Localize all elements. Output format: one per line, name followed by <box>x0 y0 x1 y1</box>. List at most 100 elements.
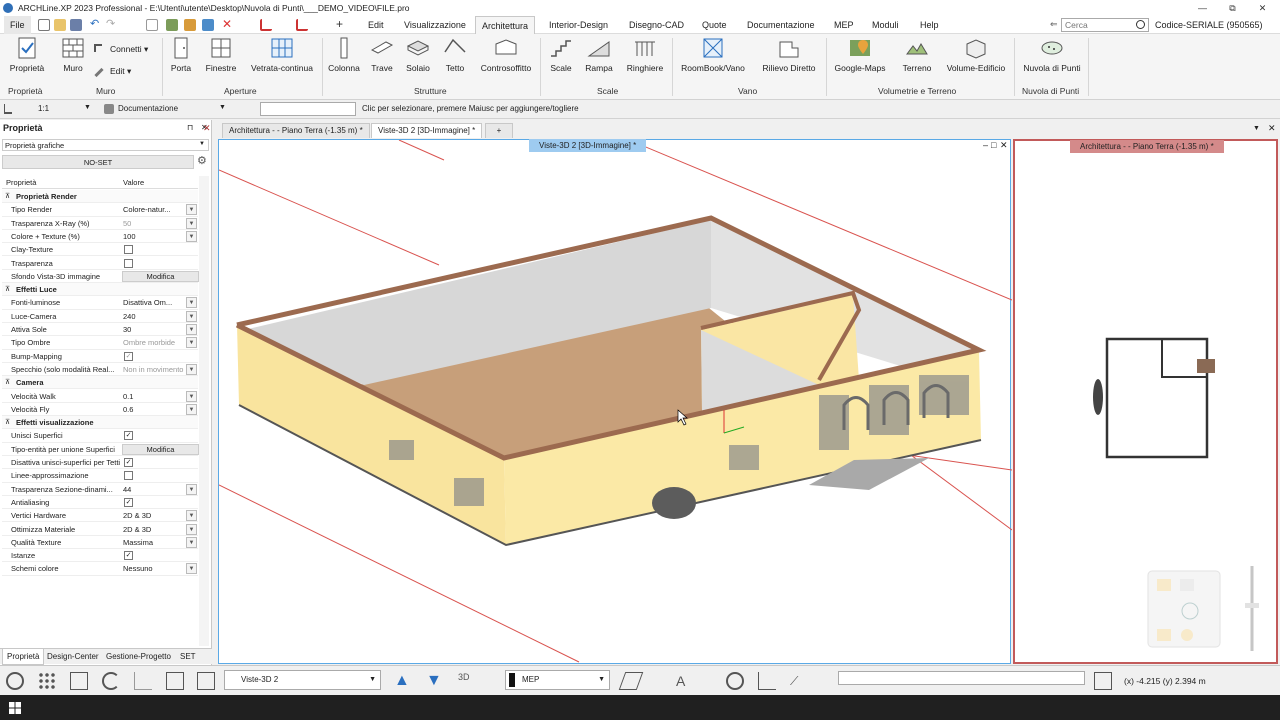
property-section[interactable]: ⊼ Proprietà Render <box>2 190 198 204</box>
panel-scrollbar[interactable] <box>199 176 209 646</box>
menu-quote[interactable]: Quote <box>696 16 733 34</box>
property-checkbox[interactable]: ✓ <box>124 431 133 441</box>
search-back-icon[interactable]: ⇐ <box>1050 19 1058 30</box>
property-value[interactable]: Disattiva Om... <box>123 296 187 309</box>
copy-icon[interactable] <box>146 19 158 31</box>
menu-mep[interactable]: MEP <box>828 16 860 34</box>
gear-icon[interactable]: ⚙ <box>197 156 207 167</box>
maximize-button[interactable]: ⧉ <box>1219 0 1246 16</box>
3d-icon[interactable]: 3D <box>458 672 476 690</box>
collapse-icon[interactable]: ⊼ <box>5 190 10 203</box>
property-value[interactable]: 0.6 <box>123 403 187 416</box>
colonna-button[interactable]: Colonna <box>326 36 362 73</box>
open-icon[interactable] <box>54 19 66 31</box>
chevron-down-icon[interactable]: ▼ <box>186 297 197 309</box>
chevron-down-icon[interactable]: ▼ <box>186 310 197 322</box>
layer-select-status[interactable]: MEP ▼ <box>505 670 610 690</box>
option-field[interactable] <box>260 102 356 116</box>
paint-icon[interactable] <box>184 19 196 31</box>
property-value[interactable]: 100 <box>123 230 187 243</box>
layers-icon[interactable] <box>618 672 644 690</box>
menu-interior-design[interactable]: Interior-Design <box>543 16 614 34</box>
zoom-slider[interactable] <box>1245 566 1259 651</box>
noset-button[interactable]: NO-SET <box>2 155 194 169</box>
property-value[interactable]: 2D & 3D <box>123 509 187 522</box>
collapse-icon[interactable]: ⊼ <box>5 283 10 296</box>
porta-button[interactable]: Porta <box>166 36 196 73</box>
chevron-down-icon[interactable]: ▼ <box>186 324 197 335</box>
menu-moduli[interactable]: Moduli <box>866 16 905 34</box>
chevron-down-icon[interactable]: ▼ <box>186 363 197 375</box>
link-icon[interactable]: ⟋ <box>790 672 808 690</box>
snap-icon[interactable] <box>296 19 308 31</box>
paste-icon[interactable] <box>166 19 178 31</box>
scale-dropdown-icon[interactable]: ▼ <box>84 104 91 111</box>
rampa-button[interactable]: Rampa <box>583 36 615 73</box>
minimize-button[interactable]: — <box>1189 0 1216 16</box>
tetto-button[interactable]: Tetto <box>440 36 470 73</box>
property-value[interactable]: 30 <box>123 323 187 336</box>
property-value[interactable]: Colore-natur... <box>123 203 187 216</box>
property-checkbox[interactable]: ✓ <box>124 351 133 361</box>
scale-select[interactable]: 1:1 <box>38 104 49 113</box>
viewport-3d[interactable]: Viste-3D 2 [3D-Immagine] * ‒ □ ✕ <box>218 139 1012 665</box>
tab-proprieta[interactable]: Proprietà <box>2 649 45 665</box>
finestre-button[interactable]: Finestre <box>203 36 239 73</box>
googlemaps-button[interactable]: Google-Maps <box>832 36 888 73</box>
redo-icon[interactable]: ↷ <box>106 19 118 31</box>
menu-help[interactable]: Help <box>914 16 945 34</box>
tabs-menu-icon[interactable]: ▼ <box>1253 125 1260 132</box>
menu-visualizzazione[interactable]: Visualizzazione <box>398 16 472 34</box>
view-select[interactable]: Viste-3D 2 ▼ <box>224 670 381 690</box>
property-section[interactable]: ⊼ Effetti Luce <box>2 283 198 297</box>
chevron-down-icon[interactable]: ▼ <box>186 563 197 575</box>
menu-documentazione[interactable]: Documentazione <box>741 16 821 34</box>
tab-architettura[interactable]: Architettura - - Piano Terra (-1.35 m) * <box>222 123 370 138</box>
modify-button[interactable]: Modifica <box>122 270 199 282</box>
collapse-icon[interactable]: ⊼ <box>5 416 10 429</box>
orbit-icon[interactable] <box>726 672 744 690</box>
edit-button[interactable]: Edit ▾ <box>94 66 154 78</box>
property-value[interactable]: Nessuno <box>123 562 187 575</box>
proprieta-button[interactable]: Proprietà <box>6 36 48 73</box>
model-3d[interactable] <box>219 140 1012 665</box>
menu-edit[interactable]: Edit <box>362 16 390 34</box>
tabs-close-all-icon[interactable]: ✕ <box>1268 123 1276 134</box>
modify-button[interactable]: Modifica <box>122 443 199 455</box>
property-value[interactable]: 240 <box>123 310 187 323</box>
tabs-close-icon[interactable]: ✕ <box>203 123 211 134</box>
nuvola-button[interactable]: Nuvola di Punti <box>1020 36 1084 73</box>
menu-architettura[interactable]: Architettura <box>475 16 536 35</box>
viewport-2d[interactable]: Architettura - - Piano Terra (-1.35 m) * <box>1013 139 1278 664</box>
controsoffitto-button[interactable]: Controsoffitto <box>478 36 534 73</box>
tab-gestione-progetto[interactable]: Gestione-Progetto <box>102 649 175 665</box>
roombook-button[interactable]: RoomBook/Vano <box>680 36 746 73</box>
arrow-down-icon[interactable]: ▼ <box>426 672 444 690</box>
property-checkbox[interactable]: ✓ <box>124 458 133 467</box>
save-icon[interactable] <box>70 19 82 31</box>
chevron-down-icon[interactable]: ▼ <box>186 217 197 229</box>
chevron-down-icon[interactable]: ▼ <box>186 523 197 535</box>
connetti-button[interactable]: Connetti ▾ <box>94 44 162 55</box>
undo-icon[interactable]: ↶ <box>90 19 102 31</box>
chevron-down-icon[interactable]: ▼ <box>186 483 197 495</box>
tab-set[interactable]: SET <box>176 649 200 665</box>
command-input[interactable] <box>838 671 1085 685</box>
box-icon[interactable] <box>197 672 215 690</box>
property-value[interactable]: Massima <box>123 536 187 549</box>
property-section[interactable]: ⊼ Effetti visualizzazione <box>2 416 198 430</box>
property-section[interactable]: ⊼ Camera <box>2 376 198 390</box>
tab-design-center[interactable]: Design-Center <box>43 649 103 665</box>
close-button[interactable]: ✕ <box>1249 0 1276 16</box>
windows-start-icon[interactable] <box>9 702 21 714</box>
tab-viste-3d[interactable]: Viste-3D 2 [3D-Immagine] * <box>371 123 483 138</box>
selection-icon[interactable] <box>70 672 88 690</box>
arrow-up-icon[interactable]: ▲ <box>394 672 412 690</box>
property-value[interactable]: 2D & 3D <box>123 523 187 536</box>
property-value[interactable]: Non in movimento <box>123 363 187 376</box>
solaio-button[interactable]: Solaio <box>403 36 433 73</box>
viewport-3d-label[interactable]: Viste-3D 2 [3D-Immagine] * <box>529 139 647 152</box>
chevron-down-icon[interactable]: ▼ <box>186 390 197 402</box>
settings-icon[interactable] <box>6 672 24 690</box>
property-checkbox[interactable] <box>124 245 133 255</box>
